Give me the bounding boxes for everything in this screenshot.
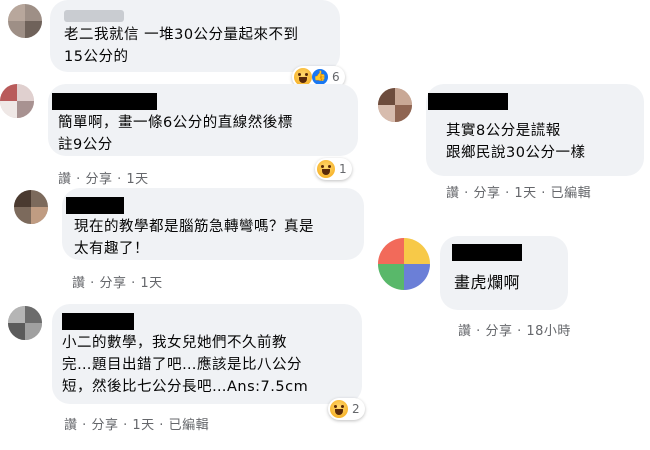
reaction-count[interactable]: 1: [315, 158, 352, 180]
avatar[interactable]: [8, 306, 42, 340]
comment-bubble: 老二我就信 一堆30公分量起來不到 15公分的: [50, 0, 340, 72]
timestamp-link[interactable]: 18小時: [526, 324, 571, 339]
comment-actions: 讚 · 分享 · 1天 · 已編輯: [446, 186, 592, 201]
comment-text: 現在的教學都是腦筋急轉彎嗎？真是 太有趣了！: [74, 219, 314, 257]
avatar[interactable]: [0, 84, 34, 118]
comment-text: 畫虎爛啊: [454, 273, 521, 292]
haha-icon: [317, 160, 335, 178]
commenter-name-redacted[interactable]: [428, 93, 508, 110]
comment-text: 簡單啊，畫一條6公分的直線然後標 註9公分: [58, 115, 293, 153]
comment-bubble: 現在的教學都是腦筋急轉彎嗎？真是 太有趣了！: [62, 188, 364, 260]
avatar[interactable]: [14, 190, 48, 224]
reaction-count[interactable]: 2: [328, 398, 365, 420]
like-link[interactable]: 讚: [58, 172, 72, 187]
comment-bubble: 畫虎爛啊: [440, 236, 568, 310]
share-link[interactable]: 分享: [91, 418, 118, 433]
avatar[interactable]: [378, 238, 430, 290]
comment-bubble: 簡單啊，畫一條6公分的直線然後標 註9公分: [48, 84, 358, 156]
like-icon: 👍: [312, 69, 328, 85]
avatar[interactable]: [8, 4, 42, 38]
like-link[interactable]: 讚: [64, 418, 78, 433]
avatar[interactable]: [378, 88, 412, 122]
like-link[interactable]: 讚: [72, 276, 86, 291]
comment-bubble: 小二的數學，我女兒她們不久前教 完…題目出錯了吧…應該是比八公分 短，然後比七公…: [52, 304, 362, 404]
like-link[interactable]: 讚: [446, 186, 460, 201]
timestamp-link[interactable]: 1天: [126, 172, 148, 187]
haha-icon: [330, 400, 348, 418]
like-link[interactable]: 讚: [458, 324, 472, 339]
comment-bubble: 其實8公分是謊報 跟鄉民說30公分一樣: [426, 84, 644, 176]
commenter-name-redacted[interactable]: [66, 197, 124, 214]
timestamp-link[interactable]: 1天: [514, 186, 536, 201]
timestamp-link[interactable]: 1天: [140, 276, 162, 291]
edited-label[interactable]: 已編輯: [551, 186, 592, 201]
comment-actions: 讚 · 分享 · 1天: [72, 276, 163, 291]
commenter-name-redacted[interactable]: [62, 313, 134, 330]
share-link[interactable]: 分享: [485, 324, 512, 339]
comment-actions: 讚 · 分享 · 1天: [58, 172, 149, 187]
edited-label[interactable]: 已編輯: [169, 418, 210, 433]
comment-text: 老二我就信 一堆30公分量起來不到 15公分的: [64, 27, 299, 65]
commenter-name-redacted[interactable]: [52, 93, 157, 110]
comment-text: 小二的數學，我女兒她們不久前教 完…題目出錯了吧…應該是比八公分 短，然後比七公…: [62, 335, 309, 395]
share-link[interactable]: 分享: [99, 276, 126, 291]
share-link[interactable]: 分享: [473, 186, 500, 201]
timestamp-link[interactable]: 1天: [132, 418, 154, 433]
commenter-name-blurred[interactable]: [64, 10, 124, 22]
comment-actions: 讚 · 分享 · 18小時: [458, 324, 571, 339]
share-link[interactable]: 分享: [85, 172, 112, 187]
comment-actions: 讚 · 分享 · 1天 · 已編輯: [64, 418, 210, 433]
comment-text: 其實8公分是謊報 跟鄉民說30公分一樣: [446, 123, 586, 161]
commenter-name-redacted[interactable]: [452, 244, 522, 261]
